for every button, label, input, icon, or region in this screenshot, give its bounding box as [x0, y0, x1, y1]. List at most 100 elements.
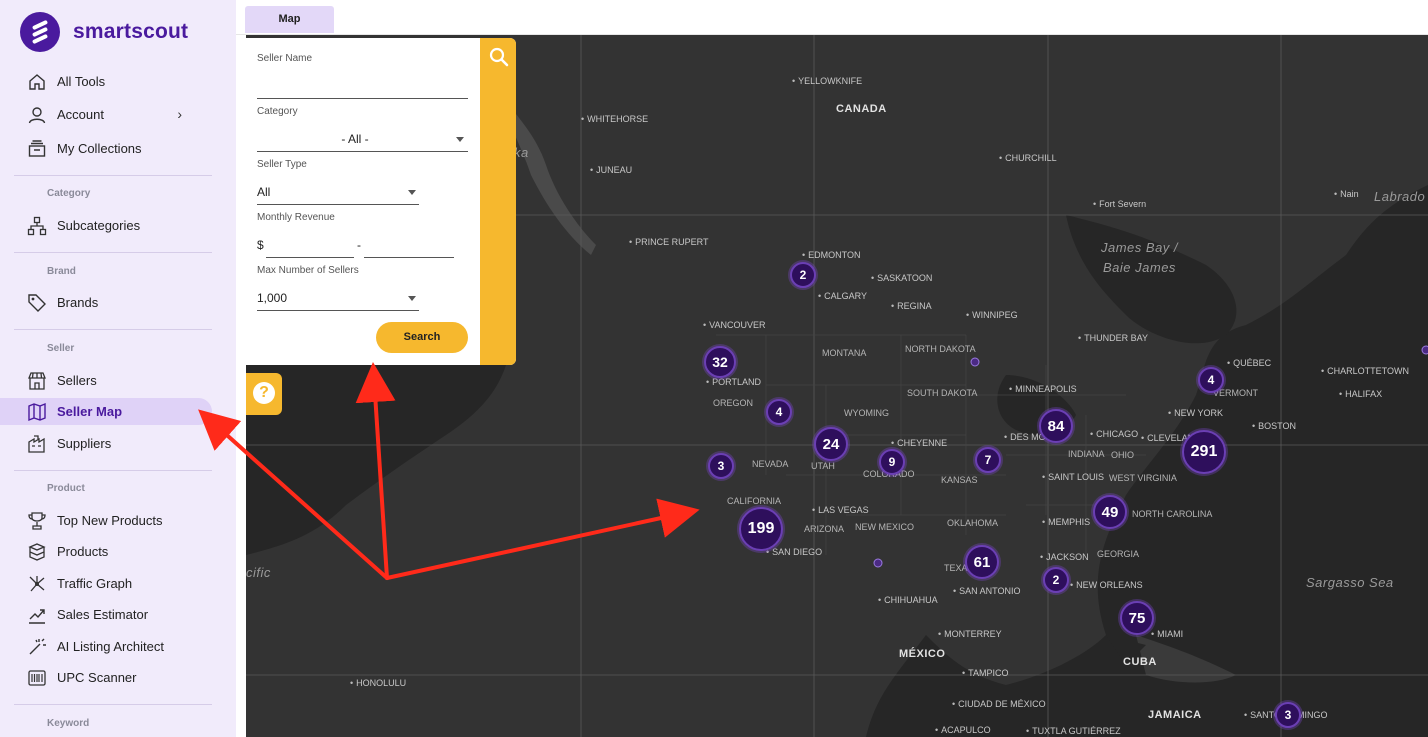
input-underline [364, 257, 454, 258]
boxes-icon [26, 542, 48, 562]
tab-map[interactable]: Map [245, 6, 334, 33]
collections-icon [26, 139, 48, 159]
revenue-max-input[interactable] [364, 238, 454, 254]
map-label-city: QUÉBEC [1227, 358, 1271, 368]
seller-cluster[interactable]: 32 [704, 346, 736, 378]
seller-cluster[interactable]: 7 [975, 447, 1001, 473]
seller-cluster[interactable]: 84 [1039, 409, 1073, 443]
map-label-city: HONOLULU [350, 678, 406, 688]
map-label-city: VANCOUVER [703, 320, 765, 330]
tag-icon [26, 293, 48, 313]
seller-name-input[interactable] [257, 80, 468, 96]
input-underline [257, 151, 468, 152]
sidebar-item-all-tools[interactable]: All Tools [14, 68, 212, 95]
seller-cluster[interactable]: 291 [1182, 430, 1226, 474]
filter-panel-toggle[interactable] [480, 38, 516, 365]
map-label-country: MÉXICO [899, 648, 946, 660]
map-point[interactable] [970, 357, 980, 367]
seller-type-select[interactable]: All [257, 185, 270, 199]
category-select[interactable]: - All - [257, 132, 453, 146]
barcode-icon [26, 668, 48, 688]
sidebar-item-seller-map[interactable]: Seller Map [0, 398, 212, 425]
range-separator: - [357, 238, 361, 252]
divider [14, 175, 212, 176]
map-label-city: TUXTLA GUTIÉRREZ [1026, 726, 1121, 736]
map-label-city: CIUDAD DE MÉXICO [952, 699, 1046, 709]
seller-cluster[interactable]: 49 [1093, 495, 1127, 529]
sidebar-item-traffic-graph[interactable]: Traffic Graph [14, 570, 212, 597]
map-label-city: MEMPHIS [1042, 517, 1090, 527]
map-label-city: PRINCE RUPERT [629, 237, 708, 247]
map-label-city: CHEYENNE [891, 438, 947, 448]
map-label-sea: Sargasso Sea [1306, 575, 1394, 590]
supplier-icon [26, 434, 48, 454]
magic-wand-icon [26, 637, 48, 657]
sidebar-item-sales-estimator[interactable]: Sales Estimator [14, 601, 212, 628]
seller-cluster[interactable]: 2 [790, 262, 816, 288]
search-icon[interactable] [488, 46, 510, 68]
chevron-down-icon [456, 137, 464, 142]
map-label-state: WEST VIRGINIA [1109, 473, 1177, 483]
sidebar-item-brands[interactable]: Brands [14, 289, 212, 316]
chevron-down-icon [408, 296, 416, 301]
map-label-sea: Labrado [1374, 189, 1426, 204]
map-label-state: OHIO [1111, 450, 1135, 460]
sidebar-item-suppliers[interactable]: Suppliers [14, 430, 212, 457]
seller-cluster[interactable]: 4 [766, 399, 792, 425]
max-sellers-select[interactable]: 1,000 [257, 291, 287, 305]
sidebar-item-account[interactable]: Account › [14, 101, 212, 128]
map-point[interactable] [1421, 345, 1428, 355]
map-label-city: WHITEHORSE [581, 114, 648, 124]
map-label-city: MIAMI [1151, 629, 1183, 639]
map-label-city: BOSTON [1252, 421, 1296, 431]
search-button[interactable]: Search [376, 322, 468, 353]
seller-name-label: Seller Name [257, 53, 313, 64]
map-label-city: EDMONTON [802, 250, 860, 260]
sidebar-item-top-new-products[interactable]: Top New Products [14, 507, 212, 534]
map-label-state: KANSAS [941, 475, 978, 485]
sidebar-item-subcategories[interactable]: Subcategories [14, 212, 212, 239]
map-point[interactable] [873, 558, 883, 568]
sidebar-item-upc-scanner[interactable]: UPC Scanner [14, 664, 212, 691]
map-label-city: JACKSON [1040, 552, 1089, 562]
sidebar-item-sellers[interactable]: Sellers [14, 367, 212, 394]
map-label-city: PORTLAND [706, 377, 761, 387]
sidebar-item-products[interactable]: Products [14, 538, 212, 565]
seller-cluster[interactable]: 61 [965, 545, 999, 579]
sidebar-item-my-collections[interactable]: My Collections [14, 135, 212, 162]
seller-cluster[interactable]: 3 [1275, 702, 1301, 728]
map-label-city: CHURCHILL [999, 153, 1057, 163]
help-button[interactable]: ? [246, 373, 282, 415]
seller-cluster[interactable]: 199 [739, 507, 783, 551]
revenue-min-input[interactable] [266, 238, 354, 254]
map-label-city: Nain [1334, 189, 1359, 199]
top-bar: Map [236, 0, 1428, 35]
map-label-city: NEW YORK [1168, 408, 1223, 418]
category-label: Category [257, 106, 298, 117]
map-label-city: CHICAGO [1090, 429, 1138, 439]
seller-cluster[interactable]: 75 [1120, 601, 1154, 635]
map-label-city: SASKATOON [871, 273, 932, 283]
brand[interactable]: smartscout [20, 12, 188, 52]
seller-type-label: Seller Type [257, 159, 307, 170]
sidebar-item-ai-listing-architect[interactable]: AI Listing Architect [14, 633, 212, 660]
sidebar-item-label: My Collections [57, 141, 142, 156]
divider [14, 252, 212, 253]
seller-cluster[interactable]: 4 [1198, 367, 1224, 393]
map-label-state: WYOMING [844, 408, 889, 418]
divider [14, 329, 212, 330]
map-label-city: YELLOWKNIFE [792, 76, 862, 86]
seller-cluster[interactable]: 3 [708, 453, 734, 479]
chart-up-icon [26, 605, 48, 625]
seller-cluster[interactable]: 9 [879, 449, 905, 475]
brand-name: smartscout [73, 20, 189, 43]
input-underline [257, 204, 419, 205]
map-label-state: INDIANA [1068, 449, 1105, 459]
map-label-city: MINNEAPOLIS [1009, 384, 1077, 394]
map-label-state: OREGON [713, 398, 754, 408]
sidebar-item-label: Sales Estimator [57, 607, 149, 622]
map-label-state: NORTH DAKOTA [905, 344, 976, 354]
map-label-city: SAINT LOUIS [1042, 472, 1104, 482]
seller-cluster[interactable]: 2 [1043, 567, 1069, 593]
seller-cluster[interactable]: 24 [814, 427, 848, 461]
